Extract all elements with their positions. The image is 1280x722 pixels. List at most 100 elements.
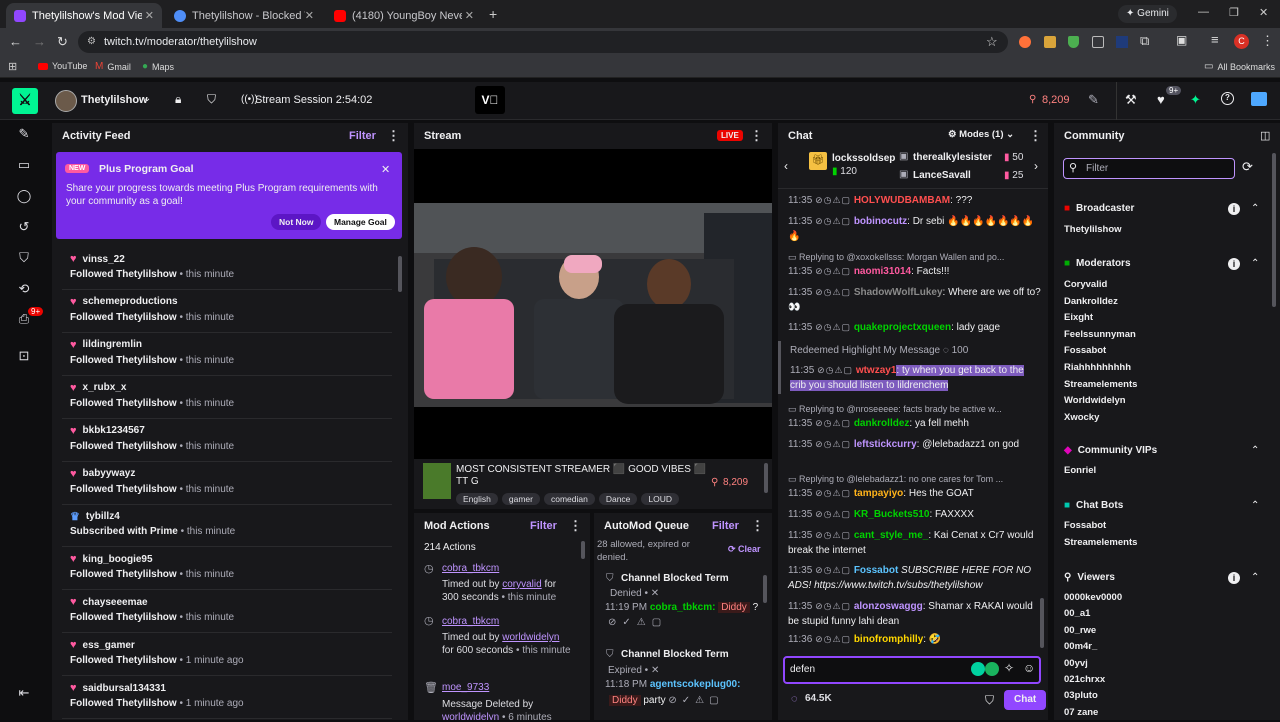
help-icon[interactable]: ? bbox=[1221, 92, 1234, 105]
reload-icon[interactable]: ↻ bbox=[57, 34, 68, 50]
bot-name[interactable]: Streamelements bbox=[1064, 537, 1137, 548]
chevron-up-icon[interactable]: ⌃ bbox=[1251, 500, 1259, 511]
mod-icons[interactable]: ⊘◷⚠▢ bbox=[815, 266, 851, 276]
manage-goal-button[interactable]: Manage Goal bbox=[326, 214, 395, 230]
extension-icon[interactable] bbox=[985, 662, 999, 676]
video-player[interactable] bbox=[414, 149, 772, 481]
chat-username[interactable]: naomi31014 bbox=[854, 266, 911, 277]
activity-item[interactable]: ♥ ess_gamer Followed Thetylilshow • 1 minu… bbox=[62, 633, 392, 677]
activity-username[interactable]: x_rubx_x bbox=[83, 382, 127, 393]
activity-username[interactable]: schemeproductions bbox=[83, 296, 178, 307]
community-filter-input[interactable]: ⚲ Filter bbox=[1063, 158, 1235, 179]
emote-smiley-icon[interactable]: ☺ bbox=[1023, 661, 1035, 675]
activity-username[interactable]: babyywayz bbox=[83, 468, 136, 479]
minimize-icon[interactable]: — bbox=[1198, 6, 1209, 18]
videobox-logo-icon[interactable]: V⃞ bbox=[475, 86, 505, 114]
automod-action-icons[interactable]: ⊘✓⚠▢ bbox=[668, 695, 723, 706]
moderator-name[interactable]: Fossabot bbox=[1064, 345, 1106, 356]
new-tab-button[interactable]: + bbox=[489, 6, 497, 22]
bookmark-star-icon[interactable]: ☆ bbox=[986, 34, 998, 50]
chat-username[interactable]: HOLYWUDBAMBAM bbox=[854, 195, 950, 206]
chat-bubble-icon[interactable]: ▭ bbox=[14, 155, 34, 175]
moderator-name[interactable]: Streamelements bbox=[1064, 379, 1137, 390]
moderator-name[interactable]: Dankrolldez bbox=[1064, 296, 1118, 307]
tag-pill[interactable]: Dance bbox=[598, 493, 638, 505]
tag-pill[interactable]: gamer bbox=[501, 493, 540, 505]
activity-username[interactable]: vinss_22 bbox=[83, 254, 125, 265]
bookmark-youtube[interactable]: YouTube bbox=[38, 61, 87, 71]
tag-pill[interactable]: LOUD bbox=[641, 493, 680, 505]
section-vips[interactable]: ◆ Community VIPs bbox=[1064, 445, 1264, 456]
bot-name[interactable]: Fossabot bbox=[1064, 520, 1106, 531]
info-icon[interactable]: i bbox=[1228, 258, 1240, 270]
activity-username[interactable]: king_boogie95 bbox=[83, 554, 153, 565]
forward-arrow-icon[interactable]: → bbox=[33, 34, 46, 49]
all-bookmarks[interactable]: ▭ All Bookmarks bbox=[1204, 61, 1275, 72]
stream-menu-icon[interactable]: ⋮ bbox=[750, 123, 763, 149]
extension-shield-icon[interactable] bbox=[1068, 36, 1079, 48]
viewer-name[interactable]: 00m4r_ bbox=[1064, 641, 1097, 652]
mod-action-user[interactable]: cobra_tbkcm bbox=[442, 616, 499, 627]
reply-context[interactable]: ▭ Replying to @nroseeeee: facts brady be… bbox=[788, 404, 1038, 415]
tab-close-icon[interactable]: ✕ bbox=[305, 9, 314, 22]
chat-username[interactable]: quakeprojectxqueen bbox=[854, 322, 951, 333]
activity-username[interactable]: lildingremlin bbox=[83, 339, 142, 350]
activity-item[interactable]: ♥ chayseeemae Followed Thetylilshow • this… bbox=[62, 590, 392, 634]
reply-context[interactable]: ▭ Replying to @lelebadazz1: no one cares… bbox=[788, 474, 1038, 485]
cycle-icon[interactable]: ⟲ bbox=[14, 279, 34, 299]
chat-username[interactable]: wtwzay1 bbox=[856, 365, 897, 376]
pen-tool-icon[interactable]: ✎ bbox=[14, 124, 34, 144]
viewer-name[interactable]: 00_rwe bbox=[1064, 625, 1096, 636]
tab-close-icon[interactable]: ✕ bbox=[145, 9, 154, 22]
mod-actions-menu-icon[interactable]: ⋮ bbox=[569, 513, 582, 539]
shield-icon[interactable]: ⛉ bbox=[207, 92, 216, 107]
moderator-name[interactable]: Riahhhhhhhhh bbox=[1064, 362, 1131, 373]
extension-blue-icon[interactable] bbox=[1116, 36, 1128, 48]
modes-button[interactable]: ⚙ Modes (1) ⌄ bbox=[948, 129, 1014, 140]
chat-username[interactable]: cant_style_me_ bbox=[854, 530, 929, 541]
browser-menu-icon[interactable]: ⋮ bbox=[1261, 33, 1274, 49]
action-moderator[interactable]: worldwidelyn bbox=[502, 632, 559, 643]
target-icon[interactable]: ◯ bbox=[14, 186, 34, 206]
activity-item[interactable]: ♥ bkbk1234567 Followed Thetylilshow • this… bbox=[62, 419, 392, 462]
sidepanel-icon[interactable]: ▣ bbox=[1176, 33, 1187, 47]
tab-close-icon[interactable]: ✕ bbox=[465, 9, 474, 22]
mod-icons[interactable]: ⊘◷⚠▢ bbox=[815, 195, 851, 205]
refresh-icon[interactable]: ⟳ bbox=[1242, 159, 1253, 175]
mod-icons[interactable]: ⊘◷⚠▢ bbox=[815, 287, 851, 297]
chevron-down-icon[interactable]: ⌄ bbox=[143, 93, 151, 104]
mod-action-user[interactable]: moe_9733 bbox=[442, 682, 489, 693]
chat-input[interactable]: defen ✧ ☺ bbox=[783, 656, 1041, 684]
chevron-up-icon[interactable]: ⌃ bbox=[1251, 203, 1259, 214]
activity-item[interactable]: ♥ king_boogie95 Followed Thetylilshow • th… bbox=[62, 547, 392, 591]
info-scrollbar[interactable] bbox=[764, 463, 768, 493]
info-icon[interactable]: i bbox=[1228, 572, 1240, 584]
viewer-name[interactable]: 021chrxx bbox=[1064, 674, 1105, 685]
hammer-icon[interactable]: ⚒ bbox=[1125, 92, 1137, 108]
mod-icons[interactable]: ⊘◷⚠▢ bbox=[815, 530, 851, 540]
chat-scrollbar[interactable] bbox=[1040, 598, 1044, 648]
lock-icon[interactable]: 🔒︎ bbox=[175, 92, 181, 107]
chevron-right-icon[interactable]: › bbox=[1034, 159, 1038, 173]
chat-menu-icon[interactable]: ⋮ bbox=[1029, 123, 1042, 149]
activity-item[interactable]: ♥ saidbursal134331 Followed Thetylilshow •… bbox=[62, 676, 392, 719]
moderator-name[interactable]: Feelssunnyman bbox=[1064, 329, 1136, 340]
profile-avatar[interactable]: C bbox=[1234, 34, 1249, 49]
mod-icons[interactable]: ⊘◷⚠▢ bbox=[815, 322, 851, 332]
channel-points-icon[interactable]: ◌ bbox=[791, 693, 798, 705]
mod-action-user[interactable]: cobra_tbkcm bbox=[442, 563, 499, 574]
activity-scrollbar[interactable] bbox=[398, 256, 402, 292]
leader-name[interactable]: therealkylesister bbox=[913, 152, 992, 163]
action-moderator[interactable]: coryvalid bbox=[502, 579, 541, 590]
reply-context[interactable]: ▭ Replying to @xoxokellsss: Morgan Walle… bbox=[788, 252, 1038, 263]
sparkle-icon[interactable]: ✦ bbox=[1190, 92, 1201, 108]
hearts-icon[interactable]: ♥ bbox=[1157, 92, 1165, 107]
browser-tab-youtube[interactable]: (4180) YoungBoy Never Bro ✕ bbox=[326, 3, 482, 28]
chat-send-button[interactable]: Chat bbox=[1004, 690, 1047, 710]
channel-name[interactable]: Thetylilshow bbox=[81, 94, 148, 106]
activity-menu-icon[interactable]: ⋮ bbox=[387, 123, 400, 149]
chat-username[interactable]: KR_Buckets510 bbox=[854, 509, 930, 520]
leader-name[interactable]: LanceSavall bbox=[913, 170, 971, 181]
community-scrollbar[interactable] bbox=[1272, 153, 1276, 307]
mod-icons[interactable]: ⊘◷⚠▢ bbox=[815, 439, 851, 449]
